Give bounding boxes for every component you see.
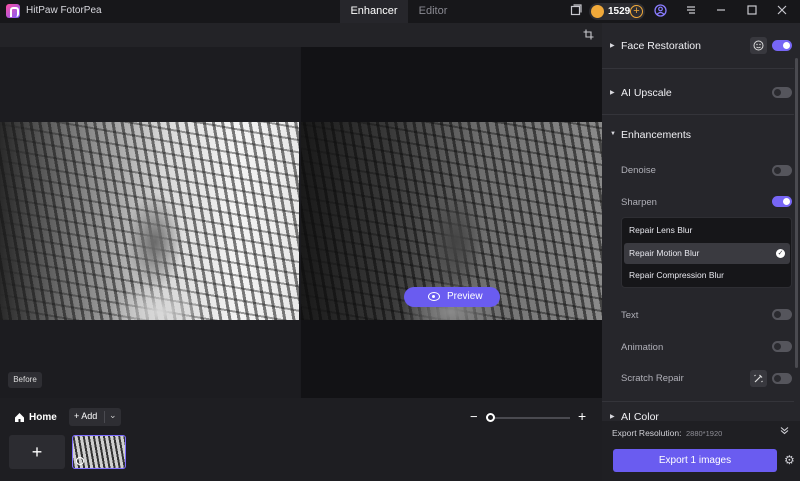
close-icon[interactable]	[775, 4, 789, 18]
credits-count: 1529	[608, 6, 631, 17]
title-bar: HitPaw FotorPea Enhancer Editor 1529 +	[0, 0, 800, 23]
bottom-bar: Home + Add ⌄ − + +	[0, 398, 602, 481]
zoom-in-button[interactable]: +	[578, 409, 586, 423]
sharpen-toggle[interactable]	[772, 196, 792, 207]
denoise-toggle[interactable]	[772, 165, 792, 176]
text-toggle[interactable]	[772, 309, 792, 320]
animation-toggle[interactable]	[772, 341, 792, 352]
denoise-label: Denoise	[621, 165, 656, 176]
sharpen-label: Sharpen	[621, 197, 657, 208]
minimize-icon[interactable]	[714, 4, 728, 18]
scratch-repair-toggle[interactable]	[772, 373, 792, 384]
sharpen-options-list: Repair Lens Blur Repair Motion Blur ✓ Re…	[621, 217, 792, 288]
ai-upscale-label: AI Upscale	[621, 87, 672, 99]
expand-arrow-icon[interactable]: ▶	[610, 413, 615, 420]
zoom-slider-track[interactable]	[492, 417, 570, 419]
eye-icon	[428, 292, 440, 301]
zoom-out-button[interactable]: −	[470, 410, 478, 423]
add-image-tile[interactable]: +	[9, 435, 65, 469]
settings-panel: ▶ Face Restoration ▶ AI Upscale ▼ Enhanc…	[602, 23, 800, 481]
option-repair-compression-blur[interactable]: Repair Compression Blur	[624, 265, 790, 286]
checkmark-icon: ✓	[776, 249, 785, 258]
option-label: Repair Lens Blur	[629, 225, 693, 235]
face-restoration-toggle[interactable]	[772, 40, 792, 51]
export-button[interactable]: Export 1 images	[613, 449, 777, 472]
preview-label: Preview	[447, 291, 483, 302]
preview-button[interactable]: Preview	[404, 287, 500, 307]
after-photo: Preview	[301, 122, 602, 320]
add-separator	[104, 411, 105, 423]
user-icon[interactable]	[653, 4, 667, 18]
collapse-arrow-icon[interactable]: ▼	[610, 131, 616, 137]
after-pane: Preview	[301, 47, 602, 398]
crop-icon[interactable]	[583, 29, 595, 41]
coin-icon	[591, 5, 604, 18]
gear-icon[interactable]: ⚙	[784, 454, 795, 466]
divider	[602, 401, 794, 402]
image-thumbnail[interactable]	[72, 435, 126, 469]
export-resolution-value: 2880*1920	[686, 429, 723, 438]
add-button[interactable]: + Add ⌄	[69, 408, 121, 426]
divider	[602, 114, 794, 115]
face-icon[interactable]	[750, 37, 767, 54]
menu-icon[interactable]	[684, 4, 698, 18]
divider	[602, 68, 794, 69]
text-label: Text	[621, 310, 639, 321]
canvas-toolbar	[0, 23, 602, 47]
option-label: Repair Compression Blur	[629, 270, 724, 280]
chevron-down-icon[interactable]: ⌄	[109, 410, 117, 421]
chevron-double-down-icon[interactable]	[780, 426, 789, 437]
status-icon	[76, 457, 84, 465]
expand-arrow-icon[interactable]: ▶	[610, 89, 615, 96]
before-photo	[0, 122, 299, 320]
before-pane	[0, 47, 300, 398]
ai-upscale-toggle[interactable]	[772, 87, 792, 98]
face-restoration-label: Face Restoration	[621, 40, 701, 52]
add-label: + Add	[74, 411, 98, 421]
option-repair-motion-blur[interactable]: Repair Motion Blur ✓	[624, 243, 790, 264]
tab-enhancer[interactable]: Enhancer	[340, 0, 408, 23]
panel-scrollbar[interactable]	[795, 58, 798, 368]
export-bar: Export Resolution: 2880*1920 Export 1 im…	[602, 421, 800, 481]
home-icon[interactable]	[14, 412, 24, 422]
animation-label: Animation	[621, 342, 664, 353]
scratch-brush-icon[interactable]	[750, 370, 767, 387]
zoom-slider-handle[interactable]	[486, 413, 495, 422]
add-text: Add	[81, 411, 98, 421]
option-repair-lens-blur[interactable]: Repair Lens Blur	[624, 220, 790, 241]
option-label: Repair Motion Blur	[629, 248, 700, 258]
add-credits-icon[interactable]: +	[630, 5, 643, 18]
home-label[interactable]: Home	[29, 412, 57, 423]
history-icon[interactable]	[569, 4, 583, 18]
expand-arrow-icon[interactable]: ▶	[610, 42, 615, 49]
maximize-icon[interactable]	[745, 4, 759, 18]
tab-editor[interactable]: Editor	[408, 0, 458, 23]
scratch-repair-label: Scratch Repair	[621, 373, 684, 384]
export-resolution-label: Export Resolution:	[612, 428, 682, 438]
credits-pill[interactable]: 1529 +	[589, 3, 645, 20]
enhancements-label: Enhancements	[621, 129, 692, 141]
before-tag: Before	[8, 372, 42, 388]
app-logo-icon	[6, 4, 20, 18]
app-title: HitPaw FotorPea	[26, 5, 102, 16]
